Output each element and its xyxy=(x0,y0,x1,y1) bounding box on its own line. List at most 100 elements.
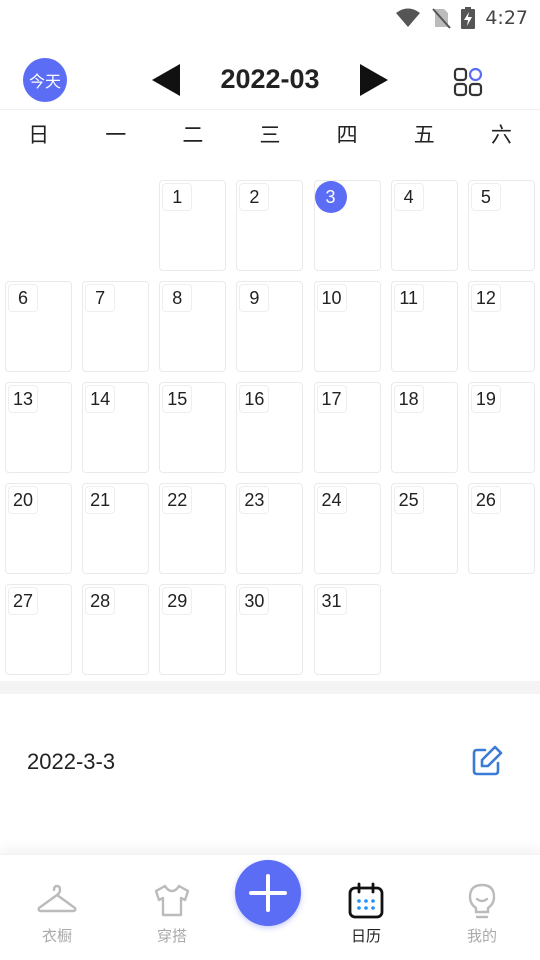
calendar-day[interactable]: 15 xyxy=(159,382,227,473)
calendar-day-number: 8 xyxy=(162,284,193,312)
calendar-day[interactable]: 16 xyxy=(236,382,304,473)
calendar-day[interactable]: 20 xyxy=(5,483,72,574)
calendar-day-number: 30 xyxy=(239,587,270,615)
calendar-day[interactable]: 13 xyxy=(5,382,72,473)
weekday-thu: 四 xyxy=(336,123,358,147)
calendar-day-number: 10 xyxy=(316,284,347,312)
calendar-day-number: 9 xyxy=(239,284,270,312)
calendar-day[interactable]: 10 xyxy=(313,281,381,372)
selected-date-label: 2022-3-3 xyxy=(27,749,116,774)
weekday-tue: 二 xyxy=(182,123,204,147)
calendar-day-number: 31 xyxy=(316,587,347,615)
weekday-sun: 日 xyxy=(28,123,50,147)
plus-icon xyxy=(249,874,287,912)
no-sim-icon xyxy=(432,8,452,29)
calendar-day[interactable]: 24 xyxy=(313,483,381,574)
calendar-day[interactable]: 1 xyxy=(159,180,227,271)
calendar-day[interactable]: 28 xyxy=(82,584,150,675)
grid-view-button[interactable] xyxy=(452,66,484,98)
calendar-day-number: 26 xyxy=(470,486,501,514)
calendar-day-number: 18 xyxy=(393,385,424,413)
calendar-day-number: 16 xyxy=(239,385,270,413)
calendar-day-number: 13 xyxy=(8,385,38,413)
tshirt-icon xyxy=(154,884,190,917)
calendar-day-number: 17 xyxy=(316,385,347,413)
calendar-day[interactable]: 7 xyxy=(82,281,150,372)
calendar-day-number: 19 xyxy=(470,385,501,413)
weekday-fri: 五 xyxy=(413,123,435,147)
calendar-day[interactable]: 9 xyxy=(236,281,304,372)
nav-profile[interactable]: 我的 xyxy=(428,855,536,960)
calendar-day[interactable]: 31 xyxy=(313,584,381,675)
calendar-day[interactable]: 14 xyxy=(82,382,150,473)
calendar-day-number: 5 xyxy=(470,183,501,211)
calendar-day[interactable]: 22 xyxy=(159,483,227,574)
selected-date-section: 2022-3-3 xyxy=(0,694,540,834)
calendar-day[interactable]: 29 xyxy=(159,584,227,675)
calendar-day-number: 25 xyxy=(393,486,424,514)
calendar-day[interactable]: 12 xyxy=(467,281,535,372)
calendar-day[interactable]: 27 xyxy=(5,584,72,675)
next-month-button[interactable] xyxy=(358,62,390,98)
triangle-right-icon xyxy=(360,64,388,96)
wifi-icon xyxy=(396,8,421,27)
calendar-day[interactable]: 4 xyxy=(390,180,458,271)
calendar-day-number: 6 xyxy=(8,284,38,312)
calendar-day[interactable]: 30 xyxy=(236,584,304,675)
triangle-left-icon xyxy=(152,64,180,96)
calendar-day[interactable]: 26 xyxy=(467,483,535,574)
calendar-day[interactable]: 5 xyxy=(467,180,535,271)
calendar-day[interactable]: 2 xyxy=(236,180,304,271)
nav-label-calendar: 日历 xyxy=(350,927,381,945)
calendar-day-number: 7 xyxy=(85,284,116,312)
nav-outfits[interactable]: 穿搭 xyxy=(118,855,226,960)
calendar-day-number: 29 xyxy=(162,587,193,615)
calendar-day-number: 23 xyxy=(239,486,270,514)
calendar-day[interactable]: 8 xyxy=(159,281,227,372)
add-button[interactable] xyxy=(235,860,301,926)
calendar-day-number: 11 xyxy=(393,284,424,312)
calendar-day[interactable]: 18 xyxy=(390,382,458,473)
calendar-day-number: 3 xyxy=(314,181,347,213)
calendar-icon xyxy=(348,882,384,919)
prev-month-button[interactable] xyxy=(150,62,182,98)
nav-label-wardrobe: 衣橱 xyxy=(41,927,72,945)
header-divider xyxy=(0,109,540,110)
nav-wardrobe[interactable]: 衣橱 xyxy=(3,855,111,960)
nav-calendar[interactable]: 日历 xyxy=(312,855,420,960)
calendar-day-number: 1 xyxy=(162,183,193,211)
calendar-header: 今天 2022-03 xyxy=(0,50,540,110)
weekday-sat: 六 xyxy=(490,123,512,147)
calendar-day[interactable]: 19 xyxy=(467,382,535,473)
calendar-day[interactable]: 23 xyxy=(236,483,304,574)
calendar-day-number: 20 xyxy=(8,486,38,514)
weekday-row: 日 一 二 三 四 五 六 xyxy=(0,118,540,152)
edit-button[interactable] xyxy=(470,744,504,778)
calendar-day[interactable]: 25 xyxy=(390,483,458,574)
bulb-icon xyxy=(468,883,496,919)
calendar-day-number: 14 xyxy=(85,385,116,413)
calendar-day-number: 27 xyxy=(8,587,38,615)
today-button[interactable]: 今天 xyxy=(23,58,67,102)
nav-label-outfits: 穿搭 xyxy=(156,927,187,945)
weekday-mon: 一 xyxy=(105,123,127,147)
calendar-day-number: 2 xyxy=(239,183,270,211)
hanger-icon xyxy=(37,884,77,913)
status-icons: 4:27 xyxy=(395,6,528,30)
bottom-nav: 衣橱 穿搭 日历 我的 xyxy=(0,854,540,960)
weekday-wed: 三 xyxy=(259,123,281,147)
calendar-day[interactable]: 11 xyxy=(390,281,458,372)
calendar-day[interactable]: 17 xyxy=(313,382,381,473)
calendar-day-number: 24 xyxy=(316,486,347,514)
battery-charging-icon xyxy=(461,7,476,29)
calendar-day[interactable]: 3 xyxy=(313,180,381,271)
section-divider xyxy=(0,681,540,694)
grid-view-icon xyxy=(453,67,483,97)
calendar-day-number: 28 xyxy=(85,587,116,615)
calendar-day[interactable]: 6 xyxy=(5,281,72,372)
month-title: 2022-03 xyxy=(220,64,320,94)
calendar-day[interactable]: 21 xyxy=(82,483,150,574)
calendar-day-number: 15 xyxy=(162,385,193,413)
calendar-day-number: 12 xyxy=(470,284,501,312)
status-time: 4:27 xyxy=(485,7,528,29)
